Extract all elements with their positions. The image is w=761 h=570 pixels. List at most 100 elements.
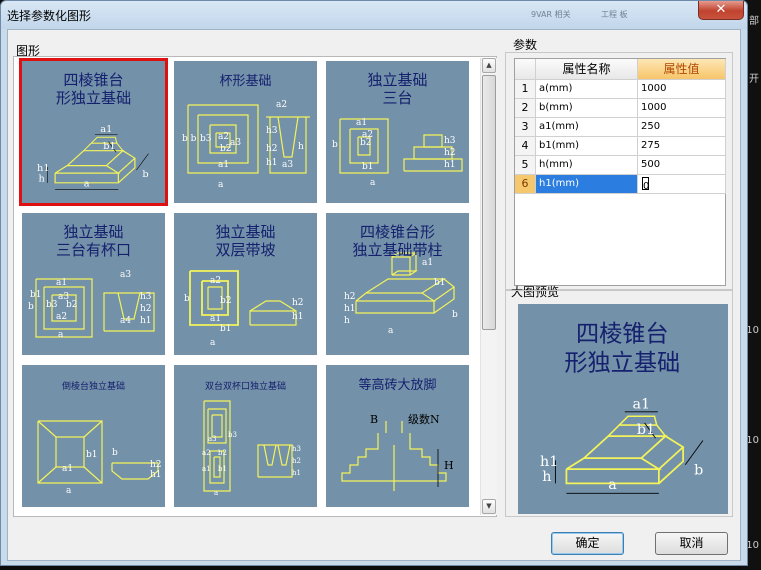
background-fragment: 开	[749, 74, 759, 85]
params-row[interactable]: 4 b1(mm) 275	[515, 137, 726, 156]
dim-label: a	[214, 489, 218, 497]
dim-label: a	[370, 178, 376, 188]
row-index: 6	[515, 175, 536, 194]
dim-label: a	[218, 180, 224, 190]
shape-tile[interactable]: a2 b2 a1 b1 b a h3 h2 h1 独立基础 三台	[326, 61, 469, 203]
params-row[interactable]: 5 h(mm) 500	[515, 156, 726, 175]
params-row[interactable]: 3 a1(mm) 250	[515, 118, 726, 137]
row-index: 2	[515, 99, 536, 118]
property-name: a1(mm)	[536, 118, 638, 137]
property-value[interactable]: 250	[638, 118, 726, 137]
header-corner	[515, 59, 536, 80]
params-row[interactable]: 6 h1(mm) 0	[515, 175, 726, 194]
dim-label: h2	[140, 304, 152, 314]
shape-tile-image: a3 b3 a2 b2 a1 b1 h3 h2 h1 a 双台双杯口独立基础	[174, 365, 317, 507]
row-index-text: 3	[521, 120, 529, 133]
row-index-text: 2	[521, 101, 529, 114]
tile-subtitle: 形独立基础	[56, 89, 131, 107]
shape-tile[interactable]: a1 b1 h1 h b a 四棱锥台 形独立基础	[19, 58, 168, 206]
dim-label: a	[388, 326, 394, 336]
close-button[interactable]: ✕	[698, 1, 744, 20]
tile-title: 双台双杯口独立基础	[205, 380, 286, 392]
scroll-down-button[interactable]: ▼	[482, 499, 496, 514]
arrow-up-icon: ▲	[486, 61, 492, 69]
property-value[interactable]: 500	[638, 156, 726, 175]
row-index: 4	[515, 137, 536, 156]
tile-title: 独立基础	[63, 223, 123, 241]
property-value-text: 500	[641, 159, 661, 170]
shape-tile-image: a2b2a1b1bah3h2h1独立基础三台	[326, 61, 469, 203]
shape-tile[interactable]: a3 b3 a2 b2 a1 b1 h3 h2 h1 a 双台双杯口独立基础	[174, 365, 317, 507]
tile-title: 杯形基础	[219, 74, 271, 89]
tile-title: 独立基础	[367, 71, 427, 89]
dim-label: h2	[444, 148, 456, 158]
scroll-up-button[interactable]: ▲	[482, 58, 496, 73]
scroll-thumb[interactable]	[482, 75, 496, 330]
column-header-name[interactable]: 属性名称	[536, 59, 638, 80]
shape-tile[interactable]: B 级数N H 等高砖大放脚	[326, 365, 469, 507]
ok-button[interactable]: 确定	[551, 532, 624, 555]
dim-label: a1	[356, 118, 367, 128]
property-value[interactable]: 275	[638, 137, 726, 156]
dim-label: h2	[266, 144, 278, 154]
dim-label: a	[84, 179, 90, 190]
tile-title: 四棱锥台	[63, 71, 123, 89]
tile-title: 倒棱台独立基础	[62, 380, 125, 392]
shape-tile[interactable]: a2 b2 b a1 b1 a h2 h1 独立基础 双层带坡	[174, 213, 317, 355]
dim-label: H	[444, 459, 454, 472]
dim-label: b b	[182, 134, 197, 144]
row-index: 1	[515, 80, 536, 99]
dim-label: 级数N	[408, 413, 440, 426]
dim-label: h2	[150, 460, 162, 470]
params-row[interactable]: 2 b(mm) 1000	[515, 99, 726, 118]
property-value[interactable]: 0	[638, 175, 726, 194]
dim-label: b3	[46, 300, 58, 310]
arrow-down-icon: ▼	[486, 502, 492, 510]
dim-label: h3	[292, 445, 301, 453]
dim-label: h	[344, 316, 350, 326]
property-value-text: 0	[642, 176, 649, 192]
property-name-text: h(mm)	[539, 159, 573, 170]
dim-label: a4	[120, 316, 131, 326]
row-index-text: 1	[521, 82, 529, 95]
shape-tile[interactable]: a2 b b b3 b2 a3 a2 h3 h2 h1 h a1 a3 a 杯形基础	[174, 61, 317, 203]
shape-tile[interactable]: a1 a3 b1 b3 b2 a2 b a a3 h3 h2 h1 a4 独立基础 三台有杯口	[22, 213, 165, 355]
dim-label: b2	[66, 300, 78, 310]
property-value[interactable]: 1000	[638, 99, 726, 118]
dim-label: a2	[202, 449, 211, 457]
property-value-text: 1000	[641, 83, 667, 94]
params-group-label: 参数	[513, 38, 538, 52]
cancel-button[interactable]: 取消	[655, 532, 728, 555]
background-fragment: 部	[749, 16, 759, 27]
dim-label: b	[184, 294, 190, 304]
dim-label: h1	[37, 163, 50, 174]
dim-label: h1	[444, 160, 456, 170]
dim-label: a1	[202, 465, 211, 473]
property-name: b1(mm)	[536, 137, 638, 156]
params-header-row: 属性名称 属性值	[515, 59, 726, 80]
preview-title: 四棱锥台	[576, 321, 669, 348]
dialog-client-area: 图形 ▲ ▼ a1 b1 h1 h b a 四棱锥台 形独立基础 a2 b b b3 b2 a3 a2 h3…	[7, 29, 741, 561]
title-bar[interactable]: 选择参数化图形 9VAR 相关 工程 板 ✕	[1, 1, 747, 29]
dim-label: a1	[632, 397, 650, 413]
dim-label: b3	[200, 134, 212, 144]
shape-tile[interactable]: b1 a1 b h2 h1 a 倒棱台独立基础	[22, 365, 165, 507]
preview-group: a1 b1 h1 h b a 四棱锥台 形独立基础	[505, 290, 733, 517]
dim-label: b2	[360, 138, 372, 148]
parametric-shape-dialog: 选择参数化图形 9VAR 相关 工程 板 ✕ 图形 ▲ ▼ a1 b1 h1 h b a 四…	[0, 0, 748, 566]
dim-label: a1	[56, 278, 67, 288]
property-value[interactable]: 1000	[638, 80, 726, 99]
shape-tile[interactable]: a1 b1 h2 h1 h b a 四棱锥台形 独立基础带柱	[326, 213, 469, 355]
params-row[interactable]: 1 a(mm) 1000	[515, 80, 726, 99]
dim-label: b1	[362, 162, 374, 172]
property-name-text: b1(mm)	[539, 140, 579, 151]
gallery-scrollbar[interactable]: ▲ ▼	[480, 58, 497, 515]
dim-label: b2	[220, 296, 232, 306]
row-index-text: 5	[521, 158, 529, 171]
dim-label: b3	[228, 431, 237, 439]
shape-tile-image: a2 b2 b a1b1 a h2 h1 独立基础双层带坡	[174, 213, 317, 355]
dim-label: a3	[208, 435, 217, 443]
column-header-value[interactable]: 属性值	[638, 59, 726, 80]
shape-tile-image: a1 b1 h1h b a 四棱锥台形独立基础	[22, 61, 165, 203]
property-value-text: 250	[641, 121, 661, 132]
